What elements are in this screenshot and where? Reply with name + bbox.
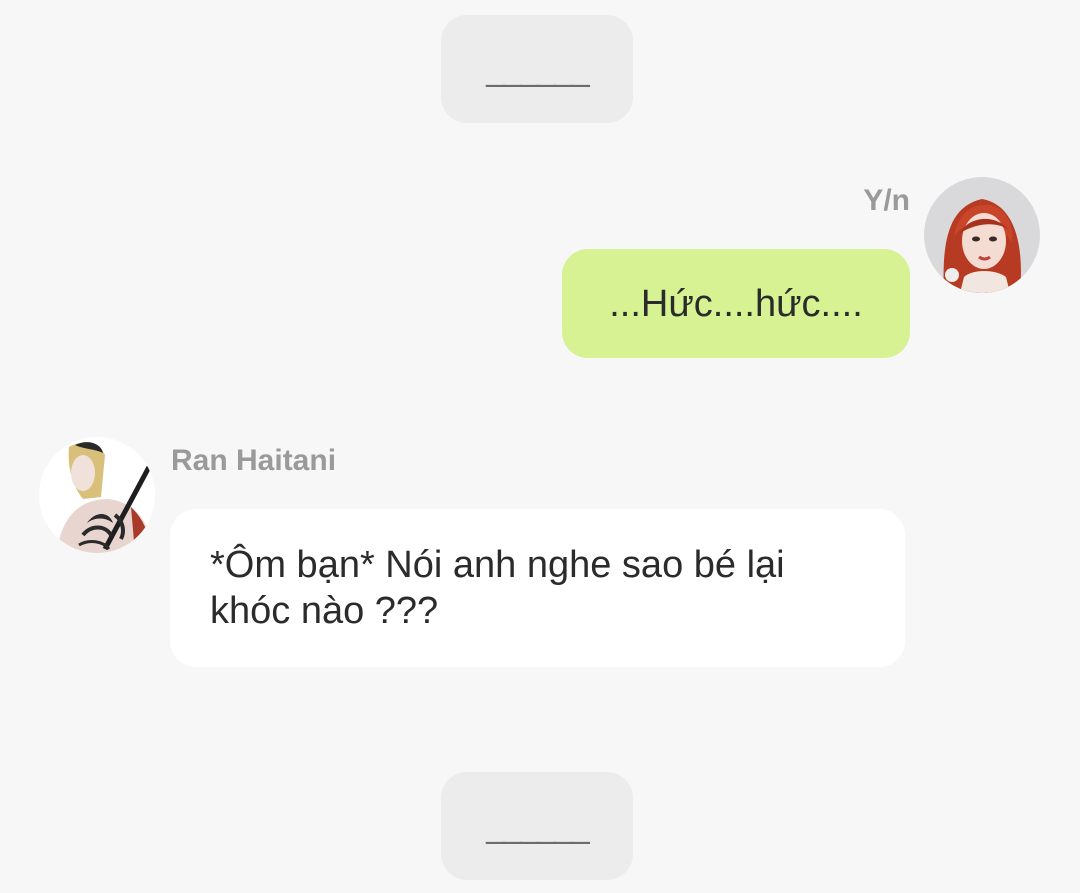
sender-name-ran-haitani: Ran Haitani xyxy=(171,444,337,477)
message-bubble-incoming: *Ôm bạn* Nói anh nghe sao bé lại khóc nà… xyxy=(170,509,905,667)
message-bubble-outgoing: ...Hức....hức.... xyxy=(562,249,910,358)
scene-divider-top: ______ xyxy=(441,15,633,123)
tattooed-character-avatar-icon xyxy=(39,437,155,553)
scene-divider-bottom: ______ xyxy=(441,772,633,880)
message-text: ...Hức....hức.... xyxy=(609,282,863,325)
sender-name-yn: Y/n xyxy=(863,184,910,217)
red-haired-girl-avatar-icon xyxy=(924,177,1040,293)
divider-text: ______ xyxy=(486,49,589,88)
message-text: *Ôm bạn* Nói anh nghe sao bé lại khóc nà… xyxy=(210,544,785,632)
chat-screen: ______ Y/n ...Hức....hức.... Ran Haitani… xyxy=(0,0,1080,893)
divider-text: ______ xyxy=(486,806,589,845)
avatar-yn[interactable] xyxy=(924,177,1040,293)
avatar-ran-haitani[interactable] xyxy=(39,437,155,553)
